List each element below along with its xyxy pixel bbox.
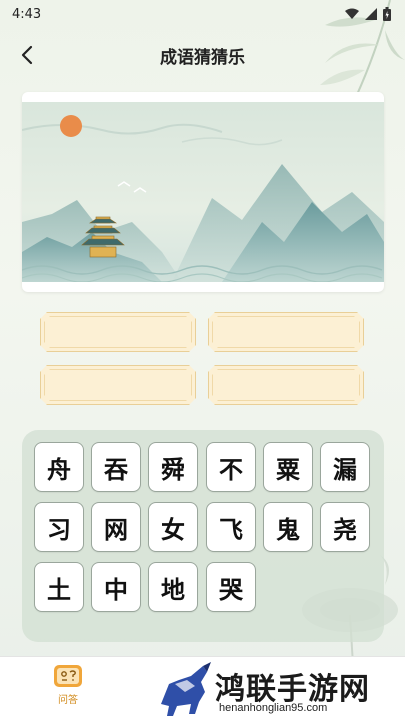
character-grid-panel: 舟 吞 舜 不 粟 漏 习 网 女 飞 鬼 尧 土 中 地 哭	[22, 430, 384, 642]
character-tile[interactable]: 网	[91, 502, 141, 552]
battery-icon	[383, 7, 391, 21]
page-title: 成语猜猜乐	[160, 47, 245, 68]
character-tile[interactable]: 地	[148, 562, 198, 612]
character-tile[interactable]: 不	[206, 442, 256, 492]
character-tile[interactable]: 女	[148, 502, 198, 552]
character-tile[interactable]: 漏	[320, 442, 370, 492]
character-tile[interactable]: 鬼	[263, 502, 313, 552]
answer-slot-3-text	[41, 366, 195, 404]
bull-logo-icon	[161, 662, 211, 716]
answer-slot-3[interactable]	[40, 365, 196, 405]
answer-slot-2[interactable]	[208, 312, 364, 352]
nav-item-quiz-label: 问答	[58, 695, 78, 706]
answer-slot-2-text	[209, 313, 363, 351]
answer-slot-4-text	[209, 366, 363, 404]
answer-slot-1[interactable]	[40, 312, 196, 352]
quiz-book-icon	[54, 665, 82, 687]
character-tile[interactable]: 尧	[320, 502, 370, 552]
character-tile[interactable]: 粟	[263, 442, 313, 492]
status-bar: 4:43	[0, 0, 405, 28]
answer-slot-1-text	[41, 313, 195, 351]
site-watermark: 鸿联手游网 henanhonglian95.com	[155, 660, 405, 720]
puzzle-landscape-image	[22, 102, 384, 282]
puzzle-picture-card	[22, 92, 384, 292]
chevron-left-icon	[21, 45, 33, 65]
signal-icon	[365, 8, 377, 20]
character-tile[interactable]: 习	[34, 502, 84, 552]
wifi-icon	[345, 8, 359, 19]
character-tile[interactable]: 中	[91, 562, 141, 612]
app-header: 成语猜猜乐	[0, 36, 405, 74]
status-time: 4:43	[12, 6, 42, 22]
back-button[interactable]	[12, 40, 42, 70]
character-tile[interactable]: 哭	[206, 562, 256, 612]
nav-item-quiz[interactable]: 问答	[46, 663, 90, 707]
status-icons	[345, 7, 391, 21]
character-tile[interactable]: 舜	[148, 442, 198, 492]
watermark-url: henanhonglian95.com	[219, 702, 328, 714]
character-tile[interactable]: 舟	[34, 442, 84, 492]
character-tile[interactable]: 飞	[206, 502, 256, 552]
character-tile[interactable]: 土	[34, 562, 84, 612]
character-tile[interactable]: 吞	[91, 442, 141, 492]
answer-slot-4[interactable]	[208, 365, 364, 405]
